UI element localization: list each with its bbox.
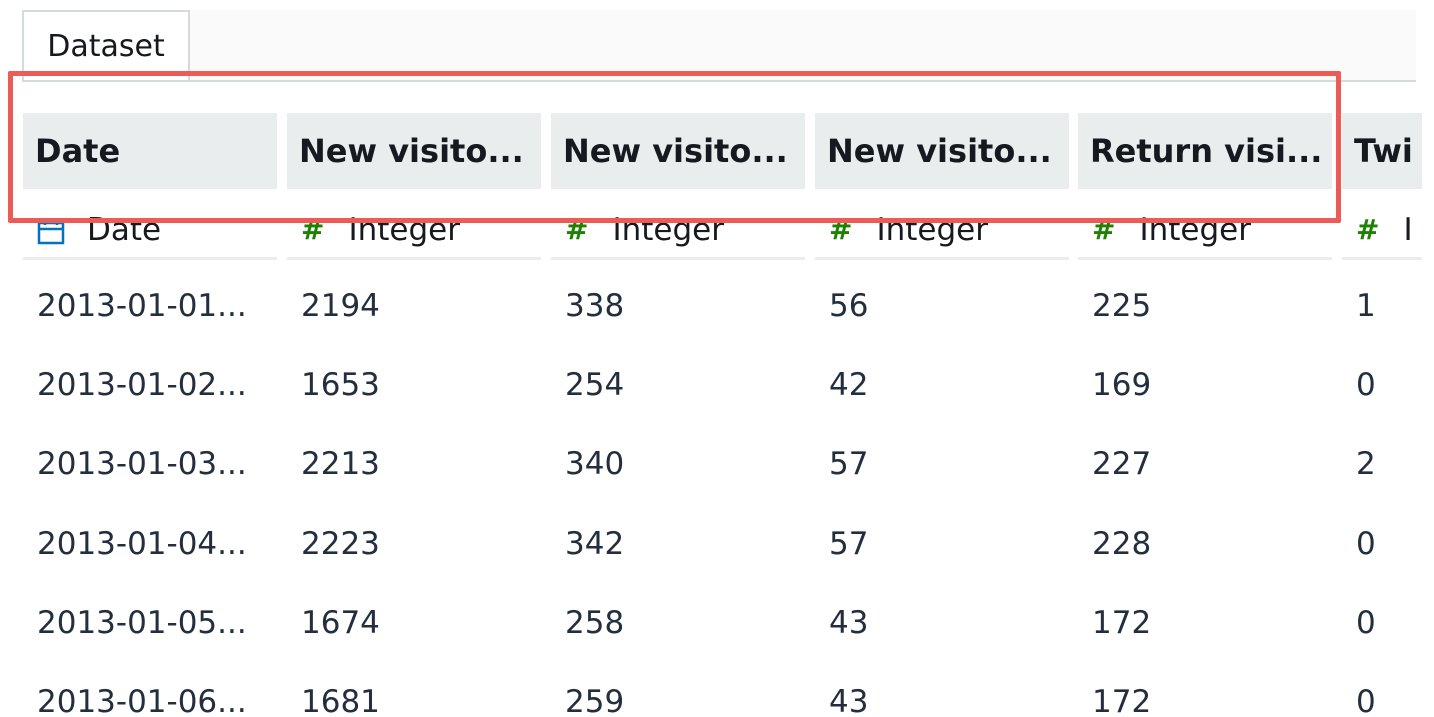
column-header[interactable]: New visito...	[815, 113, 1069, 189]
tab-bar: Dataset	[22, 10, 1416, 82]
column-header[interactable]: New visito...	[551, 113, 805, 189]
column-type-label: Date	[87, 211, 162, 248]
table-cell: 340	[565, 446, 625, 483]
table-cell: 43	[829, 604, 869, 641]
table-cell: 1	[1356, 288, 1376, 324]
table-cell: 56	[829, 288, 869, 324]
table-cell: 228	[1092, 525, 1152, 562]
hash-icon: #	[829, 213, 853, 246]
table-cell: 0	[1356, 604, 1376, 641]
table-cell: 2013-01-03...	[37, 446, 247, 483]
table-cell: 225	[1092, 288, 1152, 324]
table-cell: 259	[565, 684, 625, 717]
table-cell: 1674	[301, 604, 380, 641]
table-cell: 2013-01-05...	[37, 604, 247, 641]
table-cell: 2013-01-01...	[37, 288, 247, 324]
table-cell: 0	[1356, 367, 1376, 404]
column-type[interactable]: # Integer	[1078, 202, 1332, 260]
table-cell: 0	[1356, 684, 1376, 717]
column-type[interactable]: # Integer	[287, 202, 541, 260]
column-header[interactable]: Twi	[1342, 113, 1422, 189]
table-cell: 342	[565, 525, 625, 562]
table-cell: 172	[1092, 604, 1152, 641]
table-cell: 0	[1356, 525, 1376, 562]
table-cell: 2013-01-04...	[37, 525, 247, 562]
hash-icon: #	[565, 213, 589, 246]
table-cell: 43	[829, 684, 869, 717]
table-cell: 57	[829, 446, 869, 483]
tab-dataset[interactable]: Dataset	[22, 10, 190, 80]
column-type-label: I	[1403, 211, 1413, 248]
table-cell: 1653	[301, 367, 380, 404]
table-cell: 2013-01-02...	[37, 367, 247, 404]
column-type[interactable]: # I	[1342, 202, 1422, 260]
column-type[interactable]: Date	[23, 202, 277, 260]
table-cell: 2013-01-06...	[37, 684, 247, 717]
column-type[interactable]: # Integer	[815, 202, 1069, 260]
column-type-label: Integer	[876, 211, 988, 248]
column-type-label: Integer	[612, 211, 724, 248]
dataset-preview: Dataset Date Date New visito... # Integer New…	[0, 0, 1434, 717]
table-cell: 258	[565, 604, 625, 641]
column-header[interactable]: New visito...	[287, 113, 541, 189]
table-cell: 227	[1092, 446, 1152, 483]
table-cell: 338	[565, 288, 625, 324]
column-header[interactable]: Date	[23, 113, 277, 189]
table-cell: 172	[1092, 684, 1152, 717]
table-cell: 42	[829, 367, 869, 404]
hash-icon: #	[1092, 213, 1116, 246]
calendar-icon	[37, 217, 65, 244]
hash-icon: #	[301, 213, 325, 246]
column-type[interactable]: # Integer	[551, 202, 805, 260]
table-cell: 2223	[301, 525, 380, 562]
table-cell: 254	[565, 367, 625, 404]
table-cell: 57	[829, 525, 869, 562]
table-cell: 169	[1092, 367, 1152, 404]
column-header[interactable]: Return visi...	[1078, 113, 1332, 189]
column-type-label: Integer	[348, 211, 460, 248]
table-cell: 2	[1356, 446, 1376, 483]
table-cell: 2213	[301, 446, 380, 483]
column-type-label: Integer	[1139, 211, 1251, 248]
hash-icon: #	[1356, 213, 1380, 246]
table-cell: 1681	[301, 684, 380, 717]
table-cell: 2194	[301, 288, 380, 324]
